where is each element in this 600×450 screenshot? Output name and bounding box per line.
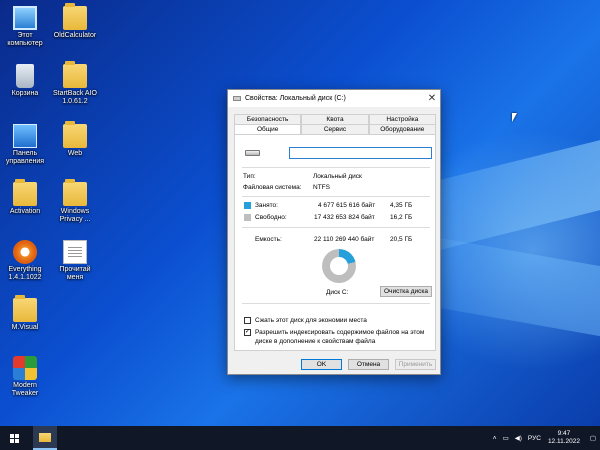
tab-hardware[interactable]: Оборудование <box>368 124 436 134</box>
index-label-line2: диске в дополнение к свойствам файла <box>255 338 376 345</box>
document-icon <box>63 240 87 264</box>
properties-dialog: Свойства: Локальный диск (C:) ✕ Безопасн… <box>227 89 441 375</box>
dialog-title: Свойства: Локальный диск (C:) <box>245 95 346 102</box>
filesystem-label: Файловая система: <box>243 184 302 191</box>
start-button[interactable] <box>0 426 28 450</box>
desktop-icon-label: Корзина <box>11 90 39 97</box>
close-icon[interactable]: ✕ <box>424 90 440 107</box>
notifications-icon[interactable]: ▢ <box>586 426 600 450</box>
everything-icon <box>13 240 37 264</box>
index-checkbox[interactable]: ✓ <box>244 329 251 336</box>
used-size: 4,35 ГБ <box>390 202 413 209</box>
used-bytes: 4 677 615 616 байт <box>318 202 376 209</box>
compress-label: Сжать этот диск для экономии места <box>255 317 367 324</box>
drive-name-input[interactable] <box>289 147 432 159</box>
folder-icon <box>39 432 51 442</box>
network-icon[interactable]: ▭ <box>503 434 509 442</box>
desktop-icon-label: Activation <box>9 208 41 215</box>
desktop-icon-label: Everything 1.4.1.1022 <box>8 266 42 281</box>
control-panel-icon <box>13 124 37 148</box>
desktop-icon-control-panel[interactable]: Панель управления <box>2 124 48 166</box>
volume-icon[interactable]: ◀) <box>515 434 522 442</box>
desktop-icon-label: Windows Privacy ... <box>59 208 91 223</box>
desktop-icon-windows-privacy[interactable]: Windows Privacy ... <box>52 179 98 224</box>
disk-usage-chart <box>322 249 356 283</box>
capacity-label: Емкость: <box>255 236 282 243</box>
desktop-icon-activation[interactable]: Activation <box>2 179 48 216</box>
desktop-icon-label: Прочитай меня <box>59 266 91 281</box>
filesystem-value: NTFS <box>313 184 330 191</box>
divider <box>242 196 430 197</box>
capacity-size: 20,5 ГБ <box>390 236 413 243</box>
free-space-swatch <box>244 214 251 221</box>
free-label: Свободно: <box>255 214 287 221</box>
disk-label: Диск C: <box>326 289 349 296</box>
free-bytes: 17 432 653 824 байт <box>314 214 375 221</box>
free-size: 16,2 ГБ <box>390 214 413 221</box>
language-indicator[interactable]: РУС <box>528 435 541 442</box>
clock[interactable]: 9:47 12.11.2022 <box>548 430 580 446</box>
type-value: Локальный диск <box>313 173 362 180</box>
divider <box>242 167 430 168</box>
folder-icon <box>13 295 37 322</box>
system-tray: ˄ ▭ ◀) РУС 9:47 12.11.2022 ▢ <box>490 426 600 450</box>
folder-icon <box>63 61 87 88</box>
clock-time: 9:47 <box>557 430 571 437</box>
taskbar-file-explorer[interactable] <box>33 426 57 450</box>
desktop-icon-this-pc[interactable]: Этот компьютер <box>2 6 48 48</box>
dialog-titlebar[interactable]: Свойства: Локальный диск (C:) ✕ <box>228 90 440 107</box>
desktop-icon-web[interactable]: Web <box>52 121 98 158</box>
tab-general[interactable]: Общие <box>234 124 302 134</box>
divider <box>242 227 430 228</box>
tab-security[interactable]: Безопасность <box>234 114 302 124</box>
capacity-bytes: 22 110 269 440 байт <box>314 236 375 243</box>
cancel-button[interactable]: Отмена <box>348 359 389 370</box>
desktop-icon-recycle-bin[interactable]: Корзина <box>2 64 48 98</box>
desktop-icon-oldcalculator[interactable]: OldCalculator <box>52 3 98 40</box>
desktop-icon-mvisual[interactable]: M.Visual <box>2 295 48 332</box>
drive-icon <box>233 96 241 101</box>
drive-icon <box>245 150 260 156</box>
desktop-icon-label: Modern Tweaker <box>11 382 39 397</box>
folder-icon <box>63 121 87 148</box>
chevron-up-icon[interactable]: ˄ <box>493 435 497 442</box>
windows-logo-icon <box>9 433 19 443</box>
desktop-icon-label: Web <box>67 150 83 157</box>
desktop-icon-modern-tweaker[interactable]: Modern Tweaker <box>2 356 48 398</box>
type-label: Тип: <box>243 173 256 180</box>
desktop-icon-label: Этот компьютер <box>7 32 43 47</box>
recycle-bin-icon <box>16 64 34 88</box>
tab-tools[interactable]: Сервис <box>301 124 369 134</box>
desktop-icon-label: M.Visual <box>11 324 39 331</box>
tweaker-icon <box>13 356 37 380</box>
folder-icon <box>63 3 87 30</box>
folder-icon <box>63 179 87 206</box>
tab-quota[interactable]: Квота <box>301 114 369 124</box>
apply-button[interactable]: Применить <box>395 359 436 370</box>
general-panel: Тип: Локальный диск Файловая система: NT… <box>234 134 436 351</box>
used-space-swatch <box>244 202 251 209</box>
tab-row-front: Общие Сервис Оборудование <box>234 124 436 134</box>
used-label: Занято: <box>255 202 278 209</box>
compress-checkbox[interactable] <box>244 317 251 324</box>
taskbar: ˄ ▭ ◀) РУС 9:47 12.11.2022 ▢ <box>0 426 600 450</box>
mouse-cursor-icon <box>512 113 517 122</box>
tab-customize[interactable]: Настройка <box>368 114 436 124</box>
computer-icon <box>13 6 37 30</box>
desktop-icon-everything[interactable]: Everything 1.4.1.1022 <box>2 240 48 282</box>
desktop-icon-label: OldCalculator <box>53 32 97 39</box>
folder-icon <box>13 179 37 206</box>
tab-strip: Безопасность Квота Настройка Общие Серви… <box>234 114 436 134</box>
ok-button[interactable]: OK <box>301 359 342 370</box>
divider <box>242 303 430 304</box>
clock-date: 12.11.2022 <box>547 438 580 445</box>
desktop-icon-label: Панель управления <box>5 150 45 165</box>
desktop-icon-label: StartBack AIO 1.0.61.2 <box>53 90 97 105</box>
desktop-icon-readme[interactable]: Прочитай меня <box>52 240 98 282</box>
desktop-icon-startback[interactable]: StartBack AIO 1.0.61.2 <box>52 61 98 106</box>
disk-cleanup-button[interactable]: Очистка диска <box>380 286 432 297</box>
index-label-line1: Разрешить индексировать содержимое файло… <box>255 329 425 336</box>
tab-row-back: Безопасность Квота Настройка <box>234 114 436 124</box>
